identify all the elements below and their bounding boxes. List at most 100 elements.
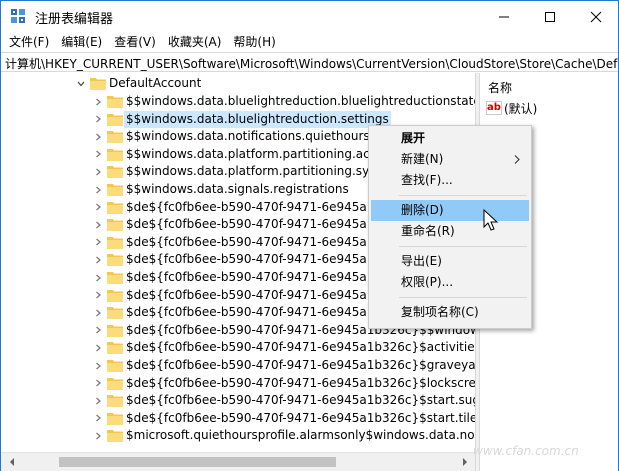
folder-icon — [107, 166, 123, 179]
tree-item-label[interactable]: $$windows.data.signals.registrations — [124, 181, 351, 198]
menu-item-permissions[interactable]: 权限(P)... — [371, 272, 529, 293]
minimize-icon — [499, 16, 509, 17]
chevron-right-icon[interactable] — [92, 199, 104, 216]
maximize-icon — [545, 11, 555, 22]
tree-item-label[interactable]: $$windows.data.bluelightreduction.settin… — [124, 110, 391, 128]
value-row[interactable]: ab (默认) — [486, 99, 537, 117]
value-name[interactable]: (默认) — [504, 100, 537, 117]
window-title: 注册表编辑器 — [35, 12, 114, 27]
menu-item-new[interactable]: 新建(N) — [371, 149, 529, 170]
folder-icon — [107, 236, 123, 249]
chevron-right-icon[interactable] — [92, 322, 104, 339]
tree-row[interactable]: $de${fc0fb6ee-b590-470f-9471-6e945a1b326… — [1, 339, 475, 357]
chevron-right-icon[interactable] — [92, 304, 104, 321]
menu-separator — [399, 246, 527, 247]
tree-row[interactable]: $de${fc0fb6ee-b590-470f-9471-6e945a1b326… — [1, 410, 475, 428]
tree-item-label[interactable]: $de${fc0fb6ee-b590-470f-9471-6e945a1b326… — [124, 357, 475, 374]
menu-item-copy-key-name[interactable]: 复制项名称(C) — [371, 302, 529, 323]
folder-icon — [107, 201, 123, 214]
menu-separator — [399, 195, 527, 196]
chevron-right-icon[interactable] — [92, 234, 104, 251]
tree-item-label[interactable]: $microsoft.quiethoursprofile.alarmsonly$… — [124, 427, 475, 444]
tree-row[interactable]: $de${fc0fb6ee-b590-470f-9471-6e945a1b326… — [1, 392, 475, 410]
horizontal-scrollbar[interactable] — [1, 452, 475, 471]
chevron-right-icon[interactable] — [92, 269, 104, 286]
folder-icon — [107, 360, 123, 372]
chevron-down-icon[interactable] — [75, 75, 87, 92]
minimize-button[interactable] — [481, 1, 527, 32]
menu-bar: 文件(F) 编辑(E) 查看(V) 收藏夹(A) 帮助(H) — [1, 32, 618, 52]
scroll-left-icon[interactable] — [3, 453, 20, 471]
chevron-right-icon[interactable] — [92, 357, 104, 374]
tree-item-label[interactable]: $de${fc0fb6ee-b590-470f-9471-6e945a1b326… — [124, 392, 475, 409]
menu-item-export[interactable]: 导出(E) — [371, 251, 529, 272]
tree-parent-row[interactable]: DefaultAccount — [1, 75, 475, 93]
chevron-right-icon[interactable] — [92, 339, 104, 356]
scrollbar-thumb[interactable] — [59, 457, 336, 467]
title-bar[interactable]: 注册表编辑器 — [1, 1, 618, 32]
tree-item-label[interactable]: $de${fc0fb6ee-b590-470f-9471-6e945a1b326… — [124, 375, 475, 392]
chevron-right-icon[interactable] — [92, 181, 104, 198]
chevron-right-icon[interactable] — [92, 128, 104, 145]
maximize-button[interactable] — [527, 1, 573, 32]
folder-icon — [107, 377, 123, 390]
folder-icon — [107, 254, 123, 267]
scroll-right-icon[interactable] — [456, 453, 473, 471]
menu-separator — [399, 297, 527, 298]
chevron-right-icon[interactable] — [92, 287, 104, 304]
tree-row[interactable]: $microsoft.quiethoursprofile.alarmsonly$… — [1, 427, 475, 445]
folder-icon — [107, 113, 123, 126]
folder-icon — [107, 307, 123, 320]
chevron-right-icon[interactable] — [92, 410, 104, 427]
context-menu: 展开 新建(N) 查找(F)... 删除(D) 重命名(R) 导出(E) 权限(… — [368, 125, 532, 329]
address-path[interactable]: 计算机\HKEY_CURRENT_USER\Software\Microsoft… — [5, 55, 618, 71]
close-button[interactable] — [573, 1, 619, 32]
folder-icon — [107, 131, 123, 144]
tree-item-label[interactable]: $$windows.data.bluelightreduction.blueli… — [124, 93, 475, 110]
tree-row[interactable]: $de${fc0fb6ee-b590-470f-9471-6e945a1b326… — [1, 375, 475, 393]
close-icon — [590, 11, 602, 22]
folder-icon — [107, 395, 123, 408]
regedit-app-icon — [11, 9, 25, 23]
menu-help[interactable]: 帮助(H) — [227, 32, 281, 52]
folder-icon — [107, 272, 123, 284]
menu-item-new-label: 新建(N) — [401, 152, 444, 166]
menu-favorites[interactable]: 收藏夹(A) — [162, 32, 228, 52]
mouse-cursor-icon — [483, 209, 499, 231]
folder-icon — [107, 342, 123, 355]
folder-icon — [90, 78, 106, 90]
tree-item-label[interactable]: $de${fc0fb6ee-b590-470f-9471-6e945a1b326… — [124, 410, 475, 427]
chevron-right-icon[interactable] — [92, 251, 104, 268]
chevron-right-icon[interactable] — [92, 216, 104, 233]
menu-file[interactable]: 文件(F) — [3, 32, 55, 52]
chevron-right-icon[interactable] — [92, 427, 104, 444]
chevron-right-icon[interactable] — [92, 392, 104, 409]
menu-item-expand[interactable]: 展开 — [371, 128, 529, 149]
chevron-right-icon[interactable] — [92, 163, 104, 180]
folder-icon — [107, 324, 123, 337]
address-bar[interactable]: 计算机\HKEY_CURRENT_USER\Software\Microsoft… — [1, 52, 618, 72]
ab-string-icon: ab — [486, 101, 502, 115]
folder-icon — [107, 219, 123, 232]
chevron-right-icon[interactable] — [92, 93, 104, 110]
folder-icon — [107, 289, 123, 302]
folder-icon — [107, 184, 123, 196]
column-header-name[interactable]: 名称 — [488, 79, 512, 96]
regedit-window: 注册表编辑器 文件(F) 编辑(E) 查看(V) 收藏夹(A) 帮助(H) 计算… — [0, 0, 619, 471]
menu-view[interactable]: 查看(V) — [108, 32, 162, 52]
menu-item-rename[interactable]: 重命名(R) — [371, 221, 529, 242]
tree-row[interactable]: $$windows.data.bluelightreduction.blueli… — [1, 93, 475, 111]
menu-item-delete[interactable]: 删除(D) — [371, 200, 529, 221]
menu-item-find[interactable]: 查找(F)... — [371, 170, 529, 191]
folder-icon — [107, 412, 123, 425]
menu-edit[interactable]: 编辑(E) — [55, 32, 108, 52]
chevron-right-icon[interactable] — [92, 111, 104, 128]
tree-item-label[interactable]: $de${fc0fb6ee-b590-470f-9471-6e945a1b326… — [124, 339, 475, 356]
watermark: www.cfan.com.cn — [473, 444, 579, 458]
folder-icon — [107, 96, 123, 108]
chevron-right-icon[interactable] — [92, 375, 104, 392]
tree-parent-label[interactable]: DefaultAccount — [107, 75, 203, 92]
chevron-right-icon[interactable] — [92, 146, 104, 163]
folder-icon — [107, 430, 123, 443]
tree-row[interactable]: $de${fc0fb6ee-b590-470f-9471-6e945a1b326… — [1, 357, 475, 375]
